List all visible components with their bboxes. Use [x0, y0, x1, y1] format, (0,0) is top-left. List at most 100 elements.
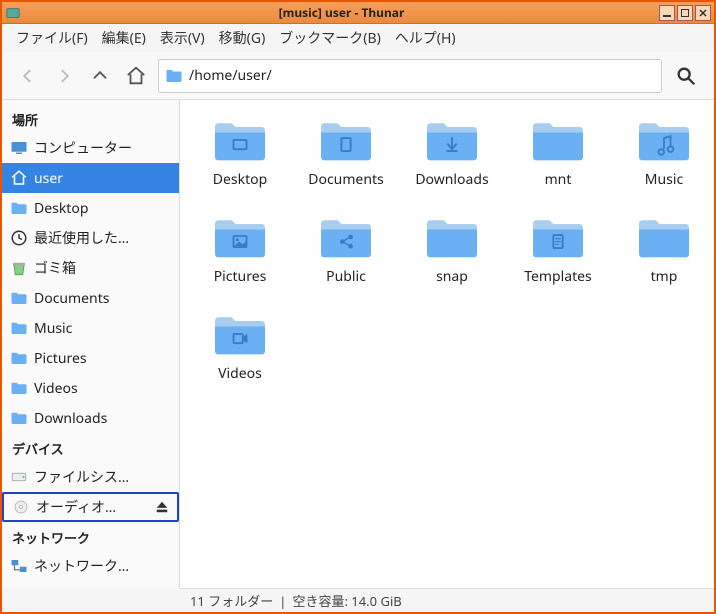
forward-button[interactable] — [50, 62, 78, 90]
sidebar-item-devices-1[interactable]: オーディオ… — [2, 492, 179, 522]
folder-icon — [317, 211, 375, 261]
status-sep: | — [279, 592, 286, 610]
file-label: Downloads — [415, 170, 488, 189]
folder-icon — [10, 379, 28, 397]
sidebar-item-label: ファイルシス… — [34, 467, 171, 487]
sidebar-item-places-8[interactable]: Videos — [2, 373, 179, 403]
menu-bookmarks[interactable]: ブックマーク(B) — [273, 24, 387, 52]
sidebar-item-places-7[interactable]: Pictures — [2, 343, 179, 373]
file-label: Templates — [524, 267, 592, 286]
folder-icon — [10, 349, 28, 367]
search-button[interactable] — [670, 60, 702, 92]
trash-icon — [10, 259, 28, 277]
file-label: Music — [645, 170, 683, 189]
titlebar[interactable]: [music] user - Thunar — [2, 2, 714, 24]
toolbar: /home/user/ — [2, 52, 714, 100]
disc-icon — [12, 498, 30, 516]
file-item-snap[interactable]: snap — [400, 207, 504, 290]
path-text: /home/user/ — [189, 66, 272, 85]
file-item-public[interactable]: Public — [294, 207, 398, 290]
sidebar-item-label: Music — [34, 319, 171, 338]
menu-help[interactable]: ヘルプ(H) — [389, 24, 462, 52]
sidebar-item-places-0[interactable]: コンピューター — [2, 133, 179, 163]
clock-icon — [10, 229, 28, 247]
folder-icon — [317, 114, 375, 164]
menu-edit[interactable]: 編集(E) — [96, 24, 152, 52]
file-label: tmp — [651, 267, 678, 286]
file-item-desktop[interactable]: Desktop — [188, 110, 292, 193]
statusbar: 11 フォルダー | 空き容量: 14.0 GiB — [180, 588, 714, 612]
folder-icon — [10, 319, 28, 337]
sidebar-item-label: ゴミ箱 — [34, 258, 171, 278]
folder-icon — [529, 114, 587, 164]
file-label: Documents — [308, 170, 383, 189]
folder-icon — [423, 211, 481, 261]
folder-icon — [211, 211, 269, 261]
file-label: mnt — [545, 170, 572, 189]
menu-view[interactable]: 表示(V) — [154, 24, 211, 52]
sidebar-item-places-5[interactable]: Documents — [2, 283, 179, 313]
sidebar-item-label: Pictures — [34, 349, 171, 368]
folder-icon — [635, 211, 693, 261]
devices-header: デバイス — [2, 433, 179, 462]
home-icon — [10, 169, 28, 187]
file-label: snap — [436, 267, 468, 286]
drive-icon — [10, 468, 28, 486]
network-header: ネットワーク — [2, 522, 179, 551]
sidebar-item-label: Downloads — [34, 409, 171, 428]
up-button[interactable] — [86, 62, 114, 90]
folder-icon — [211, 308, 269, 358]
sidebar-item-devices-0[interactable]: ファイルシス… — [2, 462, 179, 492]
sidebar-item-label: Desktop — [34, 199, 171, 218]
network-icon — [10, 557, 28, 575]
folder-icon — [10, 409, 28, 427]
sidebar-item-label: 最近使用した… — [34, 228, 171, 248]
file-label: Videos — [218, 364, 262, 383]
sidebar-item-label: コンピューター — [34, 138, 171, 158]
sidebar-item-places-1[interactable]: user — [2, 163, 179, 193]
sidebar-item-label: Videos — [34, 379, 171, 398]
file-item-tmp[interactable]: tmp — [612, 207, 714, 290]
sidebar-item-places-4[interactable]: ゴミ箱 — [2, 253, 179, 283]
file-item-documents[interactable]: Documents — [294, 110, 398, 193]
eject-icon[interactable] — [155, 500, 169, 514]
status-folders: 11 フォルダー — [190, 591, 273, 610]
close-button[interactable] — [695, 5, 711, 21]
window-title: [music] user - Thunar — [24, 4, 659, 21]
folder-icon — [211, 114, 269, 164]
sidebar-item-label: user — [34, 169, 171, 188]
sidebar: 場所 コンピューター user Desktop 最近使用した… ゴミ箱 Documents… — [2, 100, 180, 588]
file-label: Desktop — [213, 170, 267, 189]
file-item-pictures[interactable]: Pictures — [188, 207, 292, 290]
file-label: Public — [326, 267, 366, 286]
folder-icon — [10, 289, 28, 307]
monitor-icon — [10, 139, 28, 157]
status-free: 空き容量: 14.0 GiB — [292, 591, 401, 610]
file-view[interactable]: Desktop Documents Downloads mnt Music Picture… — [180, 100, 714, 588]
sidebar-item-places-3[interactable]: 最近使用した… — [2, 223, 179, 253]
file-item-mnt[interactable]: mnt — [506, 110, 610, 193]
sidebar-item-label: Documents — [34, 289, 171, 308]
folder-icon — [10, 199, 28, 217]
path-field[interactable]: /home/user/ — [158, 59, 662, 93]
folder-icon — [423, 114, 481, 164]
minimize-button[interactable] — [659, 5, 675, 21]
menubar: ファイル(F) 編集(E) 表示(V) 移動(G) ブックマーク(B) ヘルプ(… — [2, 24, 714, 52]
menu-file[interactable]: ファイル(F) — [10, 24, 94, 52]
back-button[interactable] — [14, 62, 42, 90]
home-button[interactable] — [122, 62, 150, 90]
sidebar-item-network-0[interactable]: ネットワーク… — [2, 551, 179, 581]
file-item-templates[interactable]: Templates — [506, 207, 610, 290]
file-item-videos[interactable]: Videos — [188, 304, 292, 387]
folder-icon — [529, 211, 587, 261]
sidebar-item-label: オーディオ… — [36, 497, 149, 517]
sidebar-item-places-2[interactable]: Desktop — [2, 193, 179, 223]
maximize-button[interactable] — [677, 5, 693, 21]
menu-go[interactable]: 移動(G) — [213, 24, 272, 52]
sidebar-item-label: ネットワーク… — [34, 556, 171, 576]
file-item-music[interactable]: Music — [612, 110, 714, 193]
file-item-downloads[interactable]: Downloads — [400, 110, 504, 193]
places-header: 場所 — [2, 104, 179, 133]
sidebar-item-places-6[interactable]: Music — [2, 313, 179, 343]
sidebar-item-places-9[interactable]: Downloads — [2, 403, 179, 433]
